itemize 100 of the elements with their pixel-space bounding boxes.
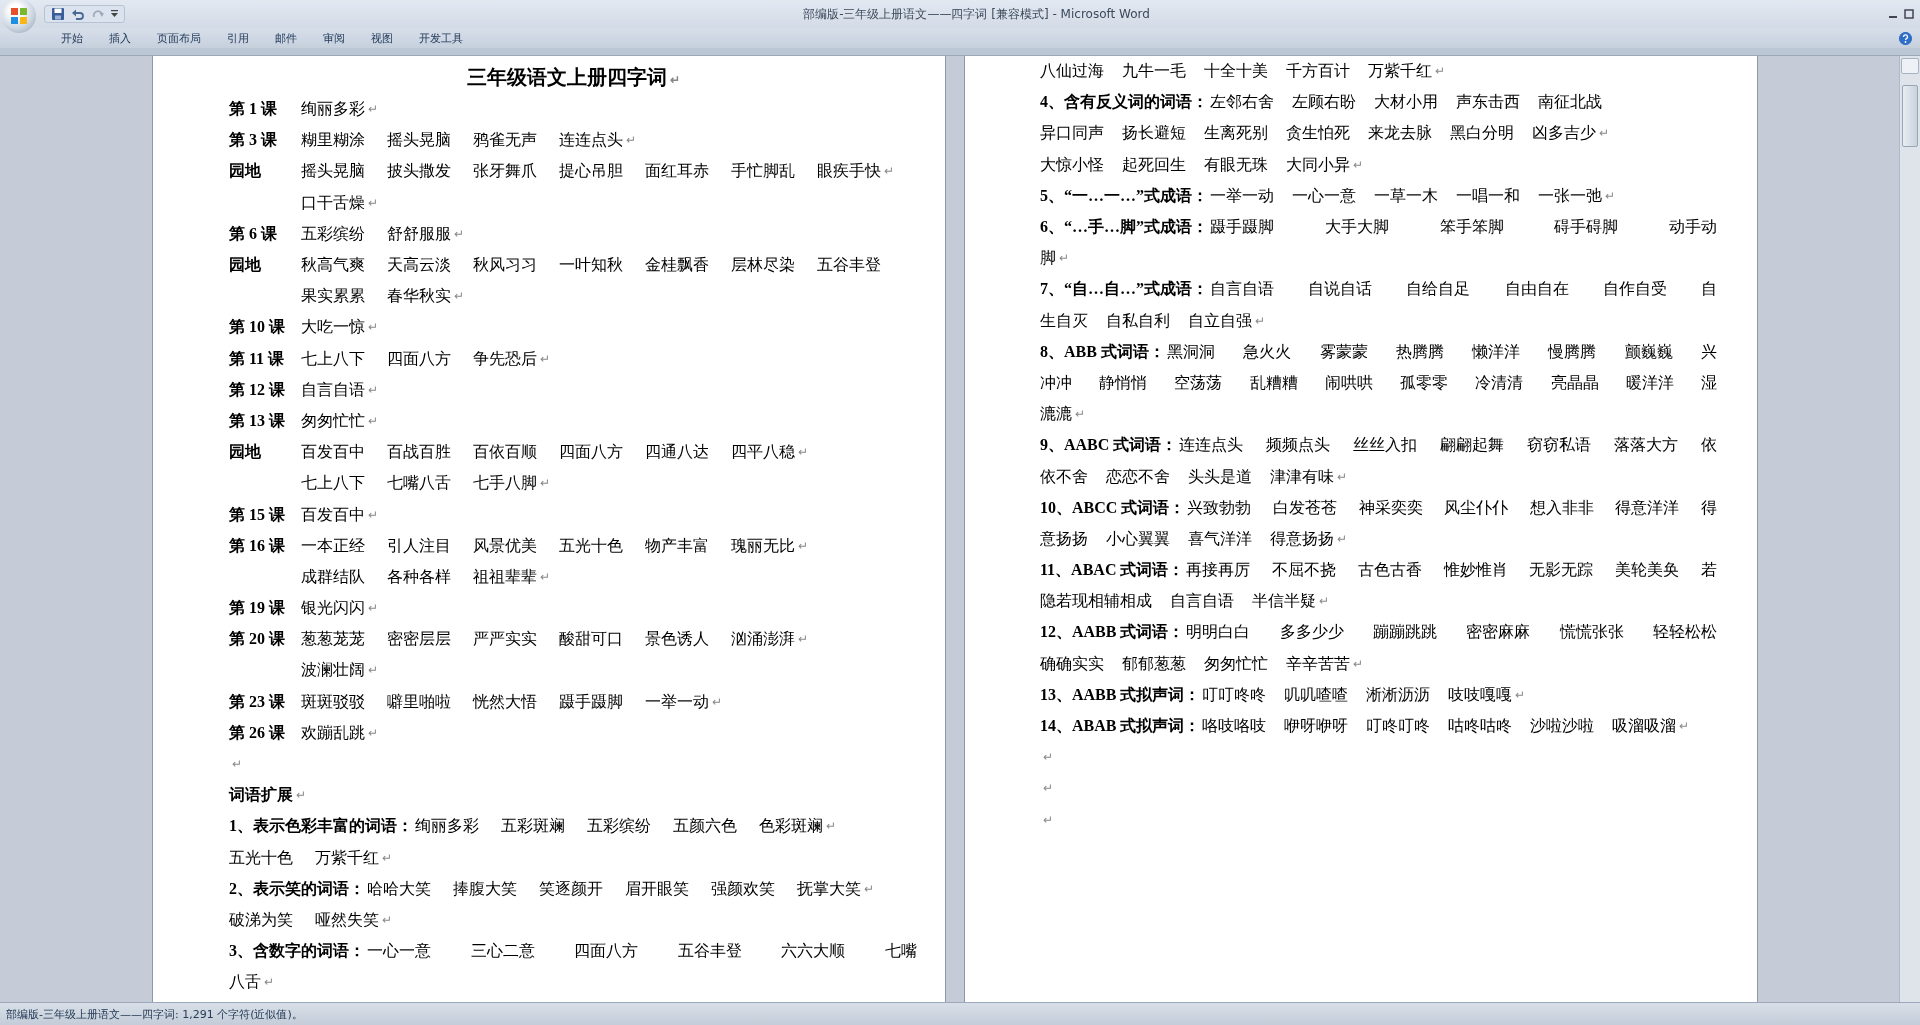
idiom-text: 密密层层 xyxy=(387,629,451,650)
idiom-text: 绚丽多彩 xyxy=(415,816,479,837)
paragraph-mark: ↵ xyxy=(454,226,464,242)
office-button[interactable] xyxy=(2,0,36,33)
section-label: 14、ABAB 式拟声词： xyxy=(1040,716,1201,737)
ribbon-tab[interactable]: 开始 xyxy=(48,28,96,48)
idiom-text: 笑逐颜开 xyxy=(539,878,603,899)
idiom-text: 十全十美 xyxy=(1204,61,1268,82)
idiom-text: 汹涌澎湃 xyxy=(731,629,795,650)
idiom-text: 三心二意 xyxy=(470,941,535,962)
idiom-text: 瑰丽无比 xyxy=(731,535,795,556)
idiom-text: 强颜欢笑 xyxy=(711,878,775,899)
idiom-text: 自立自强 xyxy=(1188,310,1252,331)
customize-caret-icon[interactable] xyxy=(111,10,118,18)
idiom-text: 六六大顺 xyxy=(781,941,846,962)
idiom-text: 自言自语 xyxy=(1170,591,1234,612)
idiom-text: 闹哄哄 xyxy=(1324,372,1373,393)
paragraph-mark: ↵ xyxy=(1337,469,1347,485)
maximize-icon[interactable] xyxy=(1904,9,1914,19)
paragraph-mark: ↵ xyxy=(232,757,242,773)
idiom-text: 连连点头 xyxy=(559,130,623,151)
idiom-text: 成群结队 xyxy=(301,566,365,587)
paragraph-mark: ↵ xyxy=(368,102,378,118)
idiom-text: 百依百顺 xyxy=(473,442,537,463)
idiom-text: 若 xyxy=(1700,560,1717,581)
idiom-text: 生离死别 xyxy=(1204,123,1268,144)
help-icon[interactable] xyxy=(1899,31,1912,45)
idiom-text: 多多少少 xyxy=(1279,622,1344,643)
idiom-text: 秋风习习 xyxy=(473,255,537,276)
idiom-text: 大手大脚 xyxy=(1324,217,1389,238)
section-label: 园地 xyxy=(229,442,262,463)
idiom-text: 喜气洋洋 xyxy=(1188,528,1252,549)
paragraph-mark: ↵ xyxy=(368,320,378,336)
paragraph-mark: ↵ xyxy=(826,819,836,835)
idiom-text: 绚丽多彩 xyxy=(301,99,365,120)
section-label: 3、含数字的词语： xyxy=(229,941,365,962)
idiom-text: 自给自足 xyxy=(1406,279,1471,300)
idiom-text: 自言自语 xyxy=(1210,279,1274,300)
idiom-text: 静悄悄 xyxy=(1099,372,1148,393)
idiom-text: 漉漉 xyxy=(1040,404,1072,425)
idiom-text: 碍手碍脚 xyxy=(1554,217,1619,238)
idiom-text: 引人注目 xyxy=(387,535,451,556)
idiom-text: 百发百中 xyxy=(301,442,365,463)
idiom-text: 酸甜可口 xyxy=(559,629,623,650)
idiom-text: 得 xyxy=(1701,497,1717,518)
idiom-text: 懒洋洋 xyxy=(1472,341,1521,362)
idiom-text: 白发苍苍 xyxy=(1272,497,1337,518)
undo-icon[interactable] xyxy=(71,7,85,21)
ribbon-tab[interactable]: 邮件 xyxy=(262,28,310,48)
idiom-text: 一叶知秋 xyxy=(559,255,623,276)
ribbon-tab[interactable]: 插入 xyxy=(96,28,144,48)
ribbon-tab[interactable]: 审阅 xyxy=(310,28,358,48)
paragraph-mark: ↵ xyxy=(454,289,464,305)
save-icon[interactable] xyxy=(51,7,65,21)
paragraph-mark: ↵ xyxy=(382,912,392,928)
idiom-text: 银光闪闪 xyxy=(301,598,365,619)
idiom-text: 五光十色 xyxy=(229,847,293,868)
paragraph-mark: ↵ xyxy=(798,445,808,461)
idiom-text: 动手动 xyxy=(1669,217,1717,238)
idiom-text: 头头是道 xyxy=(1188,466,1252,487)
paragraph-mark: ↵ xyxy=(264,975,274,991)
idiom-text: 蹑手蹑脚 xyxy=(1210,217,1274,238)
ribbon-tab[interactable]: 开发工具 xyxy=(406,28,476,48)
section-label: 11、ABAC 式词语： xyxy=(1040,560,1185,581)
idiom-text: 风景优美 xyxy=(473,535,537,556)
idiom-text: 五光十色 xyxy=(559,535,623,556)
ribbon-tab[interactable]: 引用 xyxy=(214,28,262,48)
idiom-text: 兴 xyxy=(1701,341,1717,362)
idiom-text: 咿呀咿呀 xyxy=(1284,716,1349,737)
idiom-text: 祖祖辈辈 xyxy=(473,566,537,587)
idiom-text: 自 xyxy=(1700,279,1717,300)
idiom-text: 一草一木 xyxy=(1374,185,1438,206)
idiom-text: 七手八脚 xyxy=(473,473,537,494)
ribbon-tab[interactable]: 视图 xyxy=(358,28,406,48)
idiom-text: 波澜壮阔 xyxy=(301,660,365,681)
document-title: 三年级语文上册四字词 xyxy=(466,66,667,88)
idiom-text: 辛辛苦苦 xyxy=(1286,653,1350,674)
idiom-text: 黑白分明 xyxy=(1450,123,1514,144)
paragraph-mark: ↵ xyxy=(296,788,306,804)
idiom-text: 百战百胜 xyxy=(387,442,451,463)
section-label: 9、AABC 式词语： xyxy=(1040,435,1178,456)
idiom-text: 七嘴 xyxy=(884,941,917,962)
idiom-text: 一唱一和 xyxy=(1456,185,1520,206)
paragraph-mark: ↵ xyxy=(368,195,378,211)
paragraph-mark: ↵ xyxy=(368,382,378,398)
paragraph-mark: ↵ xyxy=(1075,407,1085,423)
idiom-text: 孤零零 xyxy=(1400,372,1449,393)
paragraph-mark: ↵ xyxy=(1679,719,1690,735)
idiom-text: 叮叮咚咚 xyxy=(1202,684,1267,705)
section-label: 第 15 课 xyxy=(229,504,286,525)
vertical-scrollbar[interactable] xyxy=(1899,56,1920,1002)
paragraph-mark: ↵ xyxy=(1337,531,1347,547)
ribbon-tab[interactable]: 页面布局 xyxy=(144,28,214,48)
idiom-text: 冷清清 xyxy=(1475,372,1524,393)
idiom-text: 不屈不挠 xyxy=(1272,560,1337,581)
section-label: 第 11 课 xyxy=(229,348,286,369)
idiom-text: 张牙舞爪 xyxy=(473,161,537,182)
paragraph-mark: ↵ xyxy=(1353,157,1363,173)
idiom-text: 吸溜吸溜 xyxy=(1612,716,1677,737)
idiom-text: 严严实实 xyxy=(473,629,537,650)
